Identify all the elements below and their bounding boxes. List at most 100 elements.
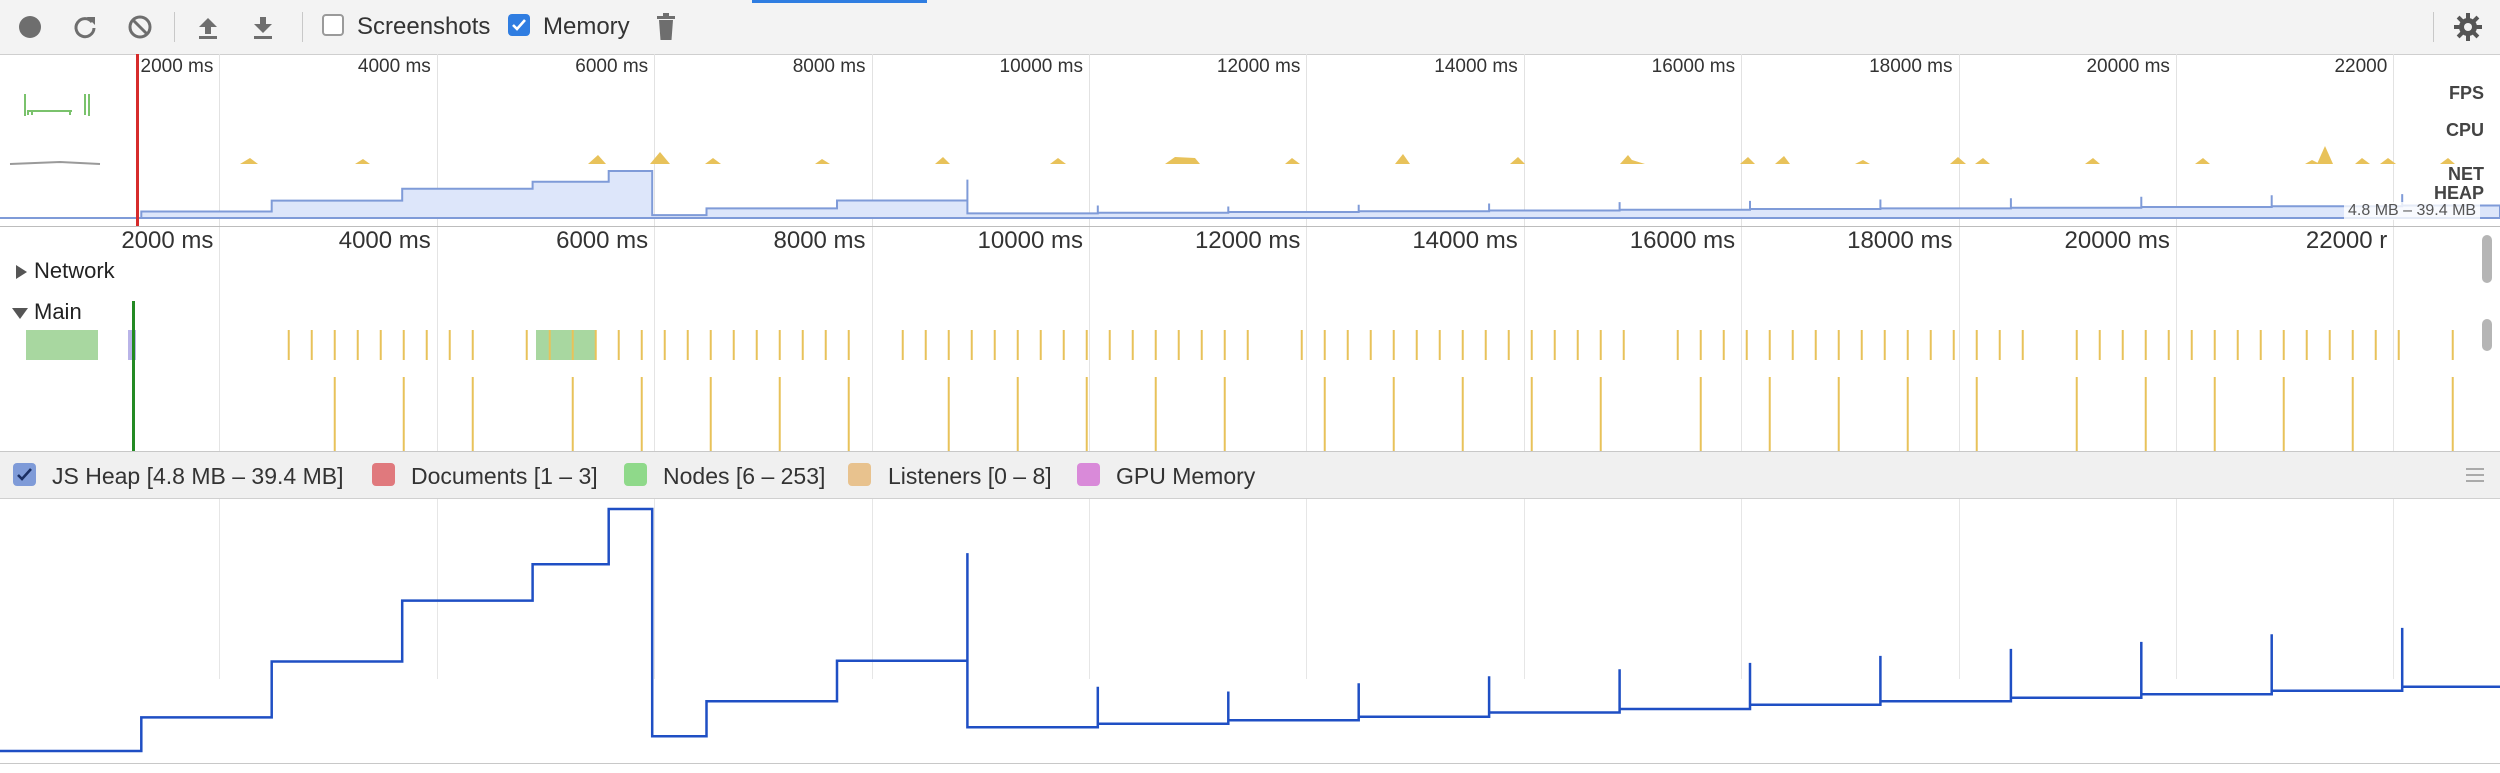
- active-tab-indicator: [752, 0, 927, 3]
- scripting-event: [2351, 330, 2354, 360]
- timeline-overview[interactable]: 2000 ms 4000 ms 6000 ms 8000 ms 10000 ms 1200…: [0, 54, 2500, 227]
- scripting-event: [525, 330, 528, 360]
- scripting-event: [356, 330, 359, 360]
- nodes-checkbox[interactable]: [624, 463, 647, 486]
- scripting-event: [1392, 330, 1395, 360]
- scripting-event: [1085, 330, 1088, 360]
- flame-chart[interactable]: 2000 ms 4000 ms 6000 ms 8000 ms 10000 ms 1200…: [0, 227, 2500, 452]
- scripting-event: [1484, 330, 1487, 360]
- scripting-event: [1975, 330, 1978, 360]
- scripting-event: [709, 330, 712, 360]
- scripting-event: [1837, 377, 1840, 451]
- scripting-event: [1369, 330, 1372, 360]
- memory-label: Memory: [543, 13, 630, 40]
- scripting-event: [1906, 377, 1909, 451]
- scripting-event: [2328, 330, 2331, 360]
- scripting-event: [1906, 330, 1909, 360]
- screenshots-checkbox[interactable]: [322, 14, 344, 36]
- scripting-event: [1814, 330, 1817, 360]
- scripting-event: [1975, 377, 1978, 451]
- scripting-event: [2351, 377, 2354, 451]
- js-heap-checkbox[interactable]: [13, 463, 36, 486]
- memory-graph[interactable]: [0, 499, 2500, 764]
- screenshots-label: Screenshots: [357, 13, 491, 40]
- js-heap-line: [0, 507, 2500, 753]
- scripting-event: [1223, 377, 1226, 451]
- scripting-event: [2167, 330, 2170, 360]
- save-profile-button[interactable]: [245, 10, 281, 44]
- cpu-activity: [240, 146, 2455, 164]
- upload-icon: [199, 18, 217, 39]
- scripting-event: [402, 377, 405, 451]
- checkmark-icon: [17, 468, 32, 481]
- scripting-event: [2213, 377, 2216, 451]
- scripting-event: [2144, 377, 2147, 451]
- scripting-event: [970, 330, 973, 360]
- reload-button[interactable]: [67, 10, 103, 44]
- scripting-event: [1722, 330, 1725, 360]
- download-icon: [254, 17, 272, 39]
- scripting-event: [1200, 330, 1203, 360]
- scripting-event: [2282, 330, 2285, 360]
- resize-handle-icon[interactable]: [2466, 468, 2484, 482]
- scripting-event: [571, 377, 574, 451]
- scripting-event: [2236, 330, 2239, 360]
- collect-garbage-button[interactable]: [648, 10, 684, 44]
- scripting-event: [448, 330, 451, 360]
- load-profile-button[interactable]: [190, 10, 226, 44]
- scripting-event: [594, 330, 597, 360]
- scripting-event: [1461, 330, 1464, 360]
- scripting-event: [1952, 330, 1955, 360]
- scripting-event: [1929, 330, 1932, 360]
- scripting-event: [1998, 330, 2001, 360]
- scripting-event: [402, 330, 405, 360]
- toolbar: Screenshots Memory: [0, 0, 2500, 55]
- fps-bar: [88, 94, 90, 116]
- scripting-event: [287, 330, 290, 360]
- scripting-event: [1745, 330, 1748, 360]
- listeners-checkbox[interactable]: [848, 463, 871, 486]
- gpu-memory-checkbox[interactable]: [1077, 463, 1100, 486]
- scripting-event: [2451, 377, 2454, 451]
- settings-button[interactable]: [2450, 10, 2486, 44]
- scripting-event: [333, 330, 336, 360]
- scripting-events: [287, 330, 2454, 451]
- scripting-event: [1599, 330, 1602, 360]
- scripting-event: [947, 377, 950, 451]
- scripting-event: [2374, 330, 2377, 360]
- clear-button[interactable]: [122, 10, 158, 44]
- scripting-event: [686, 330, 689, 360]
- scripting-event: [2098, 330, 2101, 360]
- scripting-event: [640, 377, 643, 451]
- scripting-event: [732, 330, 735, 360]
- js-heap-label: JS Heap [4.8 MB – 39.4 MB]: [52, 463, 344, 489]
- scripting-event: [1415, 330, 1418, 360]
- scripting-event: [993, 330, 996, 360]
- memory-checkbox[interactable]: [508, 14, 530, 36]
- network-scrollbar[interactable]: [2482, 235, 2492, 283]
- scripting-event: [1154, 377, 1157, 451]
- main-scrollbar[interactable]: [2482, 319, 2492, 351]
- scripting-event: [1154, 330, 1157, 360]
- record-button[interactable]: [12, 10, 48, 44]
- scripting-event: [2282, 377, 2285, 451]
- main-thread-marker: [132, 301, 135, 451]
- scripting-event: [778, 330, 781, 360]
- heap-range-label: 4.8 MB – 39.4 MB: [2344, 202, 2481, 220]
- scripting-event: [1062, 330, 1065, 360]
- rendering-block: [26, 330, 98, 360]
- scripting-event: [1246, 330, 1249, 360]
- toolbar-divider: [174, 12, 175, 42]
- scripting-event: [379, 330, 382, 360]
- documents-checkbox[interactable]: [372, 463, 395, 486]
- scripting-event: [1791, 330, 1794, 360]
- scripting-event: [1699, 377, 1702, 451]
- scripting-event: [1883, 330, 1886, 360]
- scripting-event: [471, 377, 474, 451]
- scripting-event: [2075, 330, 2078, 360]
- scripting-event: [1599, 377, 1602, 451]
- toolbar-divider: [2433, 12, 2434, 42]
- scripting-event: [2144, 330, 2147, 360]
- overview-tracks: [0, 94, 2500, 219]
- scripting-event: [709, 377, 712, 451]
